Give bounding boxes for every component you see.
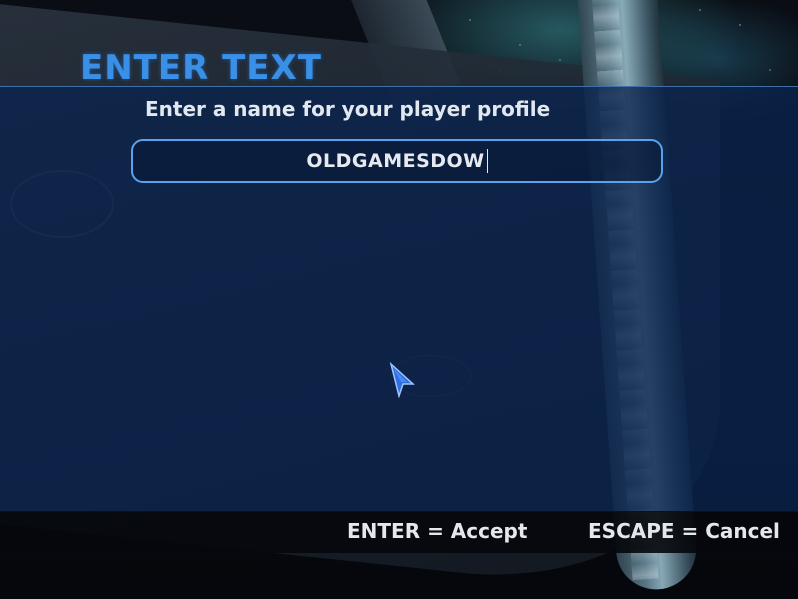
arrow-cursor-icon [389, 362, 415, 398]
game-background: ENTER TEXT Enter a name for your player … [0, 0, 798, 599]
text-caret [486, 149, 488, 173]
dialog-prompt: Enter a name for your player profile [145, 97, 551, 121]
accept-hint[interactable]: ENTER = Accept [347, 518, 527, 544]
player-name-input[interactable]: OLDGAMESDOW [131, 139, 663, 183]
player-name-value: OLDGAMESDOW [306, 150, 485, 172]
dialog-title: ENTER TEXT [80, 48, 322, 88]
cancel-hint[interactable]: ESCAPE = Cancel [588, 518, 780, 544]
